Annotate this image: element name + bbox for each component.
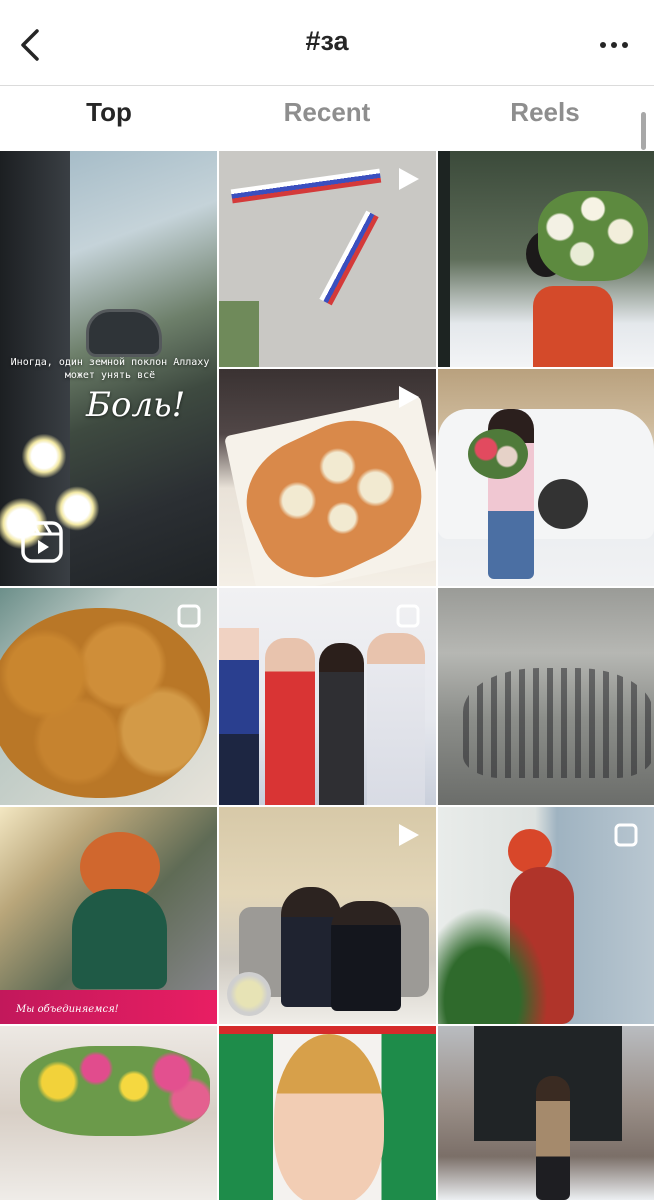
post-tile[interactable]: Мы объединяемся! [0,807,217,1024]
top-bar: #за [0,0,654,86]
post-tile[interactable] [438,151,654,367]
tab-recent[interactable]: Recent [218,86,436,150]
video-icon [399,168,419,190]
tab-top[interactable]: Top [0,86,218,150]
post-tile[interactable] [438,1026,654,1200]
post-caption-text: Мы объединяемся! [16,1004,119,1015]
post-overlay-text: Иногда, один земной поклон Аллаху может … [10,357,210,381]
post-tile[interactable] [438,369,654,586]
reels-icon [21,521,63,563]
post-tile[interactable]: Иногда, один земной поклон Аллаху может … [0,151,217,586]
scrollbar[interactable] [641,112,646,150]
post-tile[interactable] [0,1026,217,1200]
video-icon [399,824,419,846]
more-horizontal-icon [600,42,628,48]
tab-bar: Top Recent Reels [0,86,654,150]
post-tile[interactable] [219,588,436,805]
post-overlay-title: Боль! [86,385,186,425]
tab-reels[interactable]: Reels [436,86,654,150]
post-tile[interactable] [438,588,654,805]
page-title: #за [305,26,349,56]
post-tile[interactable] [0,588,217,805]
post-tile[interactable] [219,151,436,367]
carousel-icon [177,604,201,628]
carousel-icon [396,604,420,628]
post-tile[interactable] [219,807,436,1024]
post-tile[interactable] [219,1026,436,1200]
more-options-button[interactable] [594,30,634,60]
video-icon [399,386,419,408]
post-tile[interactable] [438,807,654,1024]
post-tile[interactable] [219,369,436,586]
post-grid: Иногда, один земной поклон Аллаху может … [0,151,654,1200]
carousel-icon [614,823,638,847]
